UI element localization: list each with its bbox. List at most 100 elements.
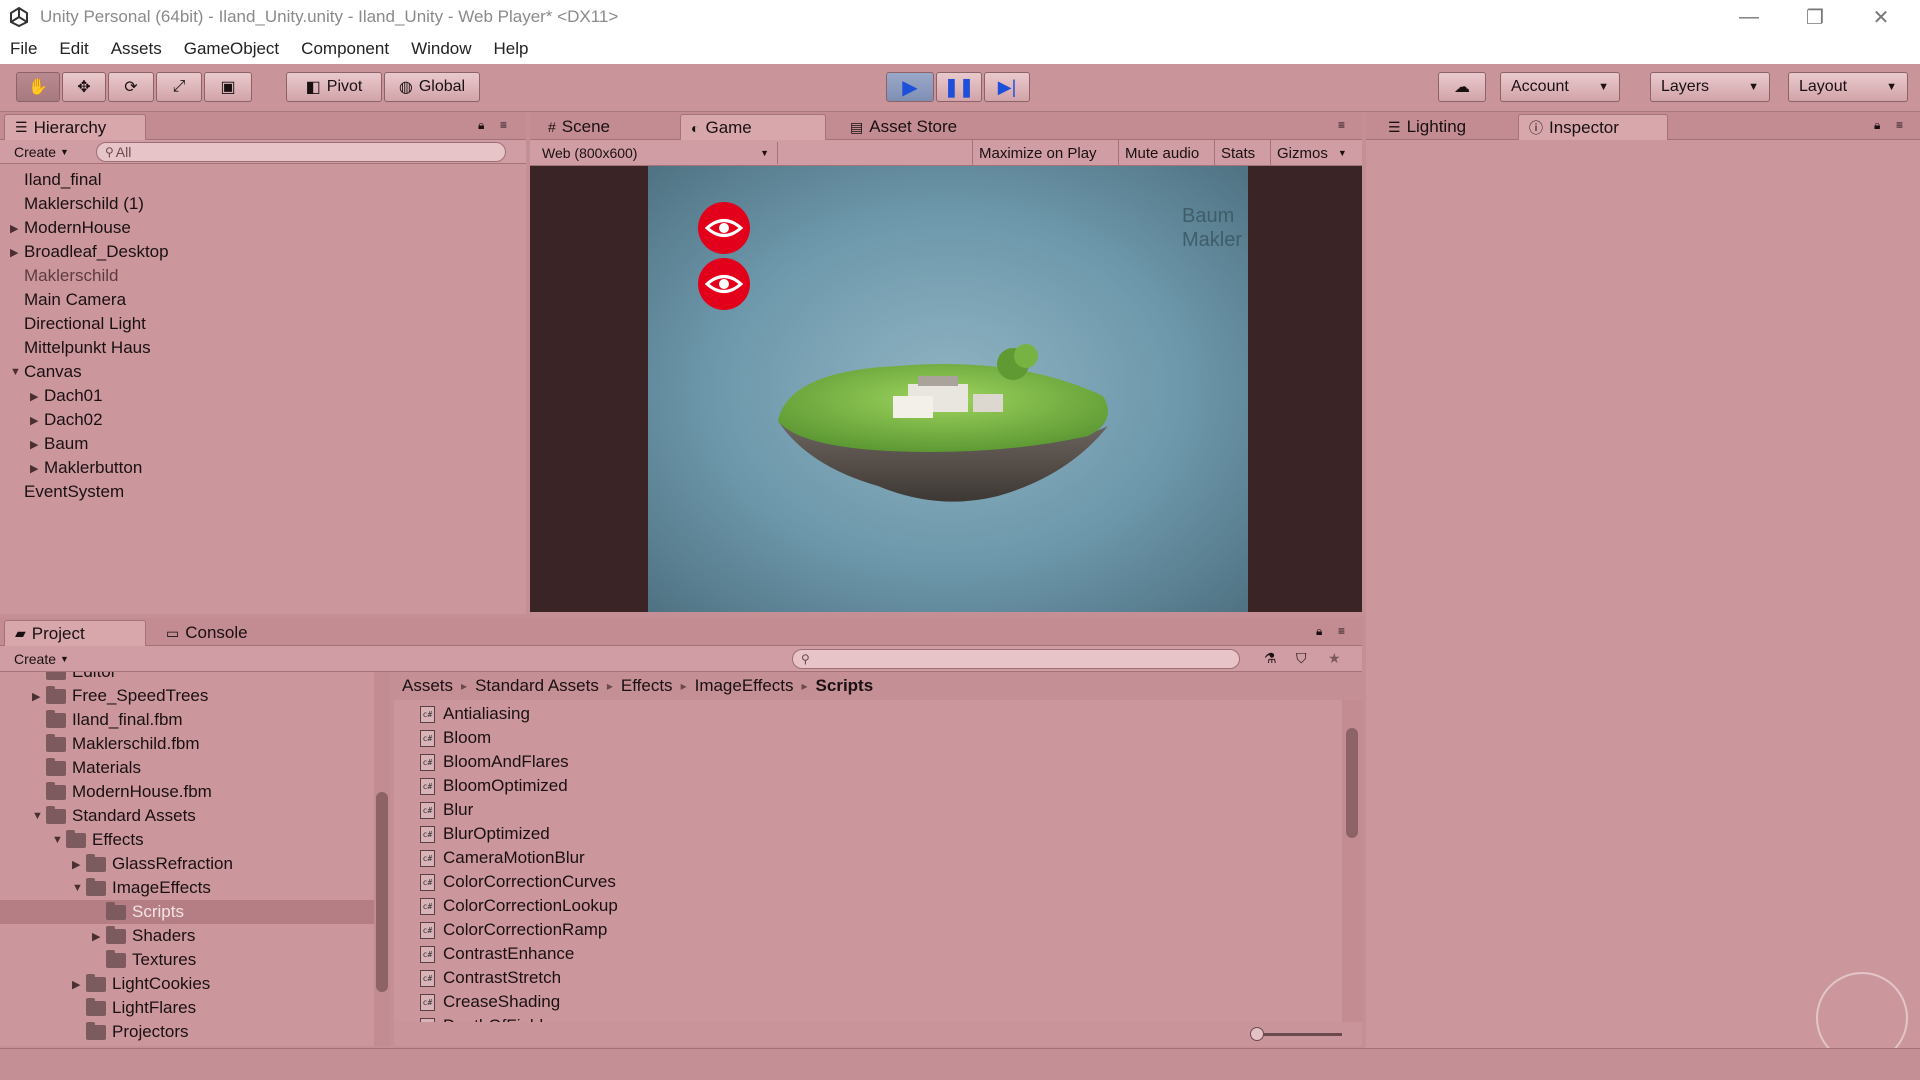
tree-scrollbar[interactable] [374, 672, 390, 1046]
file-item[interactable]: c# ColorCorrectionLookup [420, 894, 618, 918]
file-item[interactable]: c# BloomOptimized [420, 774, 568, 798]
rotate-tool-button[interactable]: ⟳ [108, 72, 154, 102]
account-dropdown[interactable]: Account ▼ [1500, 72, 1620, 102]
menu-assets[interactable]: Assets [111, 39, 162, 59]
resolution-dropdown[interactable]: Web (800x600) ▼ [534, 142, 778, 164]
favorite-star-icon[interactable]: ★ [1328, 650, 1341, 667]
icon-size-slider-track[interactable] [1256, 1033, 1342, 1036]
breadcrumb-item[interactable]: Assets [402, 676, 453, 696]
file-item[interactable]: c# Antialiasing [420, 702, 530, 726]
panel-menu-icon[interactable]: ≡ [1338, 118, 1345, 132]
collapsed-arrow-icon[interactable]: ▶ [30, 462, 44, 475]
project-folder-item[interactable]: ▼ Effects [0, 828, 376, 852]
file-item[interactable]: c# CameraMotionBlur [420, 846, 585, 870]
move-tool-button[interactable]: ✥ [62, 72, 106, 102]
project-folder-item[interactable]: ▶ Free_SpeedTrees [0, 684, 376, 708]
file-item[interactable]: c# ContrastStretch [420, 966, 561, 990]
collapsed-arrow-icon[interactable]: ▶ [92, 930, 106, 943]
hierarchy-item[interactable]: ▼ Canvas [10, 360, 82, 384]
expanded-arrow-icon[interactable]: ▼ [32, 810, 46, 822]
breadcrumb-item[interactable]: Scripts [816, 676, 874, 696]
layout-dropdown[interactable]: Layout ▼ [1788, 72, 1908, 102]
hierarchy-item[interactable]: ▶ Dach02 [30, 408, 103, 432]
expanded-arrow-icon[interactable]: ▼ [52, 834, 66, 846]
tab-project[interactable]: ▰ Project [4, 620, 146, 646]
panel-menu-icon[interactable]: ≡ [1338, 624, 1345, 638]
collapsed-arrow-icon[interactable]: ▶ [30, 414, 44, 427]
panel-menu-icon[interactable]: ≡ [1896, 118, 1903, 132]
scale-tool-button[interactable]: ⤢ [156, 72, 202, 102]
file-list-scrollbar[interactable] [1342, 700, 1362, 1022]
tree-scrollbar-thumb[interactable] [376, 792, 388, 992]
collapsed-arrow-icon[interactable]: ▶ [30, 390, 44, 403]
stats-toggle[interactable]: Stats [1214, 140, 1261, 166]
hierarchy-item[interactable]: ▶ Baum [30, 432, 88, 456]
panel-menu-icon[interactable]: ≡ [500, 118, 507, 132]
file-item[interactable]: c# ContrastEnhance [420, 942, 574, 966]
filter-by-label-icon[interactable]: ⛉ [1296, 650, 1307, 667]
file-item[interactable]: c#DepthOfField [420, 1014, 543, 1022]
hierarchy-create-button[interactable]: Create ▼ [6, 141, 77, 163]
tab-console[interactable]: ▭ Console [156, 620, 276, 646]
project-folder-item[interactable]: Textures [0, 948, 376, 972]
minimize-button[interactable]: — [1716, 0, 1782, 34]
cloud-button[interactable]: ☁ [1438, 72, 1486, 102]
project-folder-item[interactable]: Maklerschild.fbm [0, 732, 376, 756]
restore-button[interactable]: ❐ [1782, 0, 1848, 34]
collapsed-arrow-icon[interactable]: ▶ [30, 438, 44, 451]
file-item[interactable]: c# ColorCorrectionCurves [420, 870, 616, 894]
expanded-arrow-icon[interactable]: ▼ [72, 882, 86, 894]
project-search-input[interactable]: ⚲ [792, 649, 1240, 669]
hierarchy-item[interactable]: Maklerschild (1) [10, 192, 144, 216]
tab-scene[interactable]: # Scene [538, 114, 658, 140]
file-item[interactable]: c# Blur [420, 798, 473, 822]
hierarchy-item[interactable]: ▶ Dach01 [30, 384, 103, 408]
tab-hierarchy[interactable]: ☰ Hierarchy [4, 114, 146, 140]
lock-icon[interactable]: 🔒︎ [1874, 118, 1880, 133]
eye-button-1[interactable] [698, 202, 750, 254]
project-folder-item[interactable]: LightFlares [0, 996, 376, 1020]
file-scrollbar-thumb[interactable] [1346, 728, 1358, 838]
hierarchy-item[interactable]: Maklerschild [10, 264, 118, 288]
menu-file[interactable]: File [10, 39, 37, 59]
pivot-button[interactable]: ◧ Pivot [286, 72, 382, 102]
maximize-on-play-toggle[interactable]: Maximize on Play [972, 140, 1103, 166]
hierarchy-item[interactable]: ▶ ModernHouse [10, 216, 131, 240]
gizmos-dropdown[interactable]: Gizmos ▼ [1270, 140, 1353, 166]
hierarchy-item[interactable]: Iland_final [10, 168, 102, 192]
project-folder-item[interactable]: ▼ ImageEffects [0, 876, 376, 900]
game-view[interactable]: Baum Makler [530, 166, 1362, 612]
global-button[interactable]: ◍ Global [384, 72, 480, 102]
tab-inspector[interactable]: ⓘ Inspector [1518, 114, 1668, 140]
collapsed-arrow-icon[interactable]: ▶ [10, 222, 24, 235]
project-folder-item[interactable]: Iland_final.fbm [0, 708, 376, 732]
hierarchy-item[interactable]: Main Camera [10, 288, 126, 312]
rect-tool-button[interactable]: ▣ [204, 72, 252, 102]
collapsed-arrow-icon[interactable]: ▶ [72, 858, 86, 871]
file-item[interactable]: c# BloomAndFlares [420, 750, 569, 774]
layers-dropdown[interactable]: Layers ▼ [1650, 72, 1770, 102]
hierarchy-search-input[interactable]: ⚲ All [96, 142, 506, 162]
project-folder-item[interactable]: ▼ Standard Assets [0, 804, 376, 828]
collapsed-arrow-icon[interactable]: ▶ [32, 690, 46, 703]
collapsed-arrow-icon[interactable]: ▶ [10, 246, 24, 259]
project-folder-item[interactable]: ▶ GlassRefraction [0, 852, 376, 876]
mute-audio-toggle[interactable]: Mute audio [1118, 140, 1205, 166]
expanded-arrow-icon[interactable]: ▼ [10, 366, 24, 378]
hierarchy-item[interactable]: ▶ Maklerbutton [30, 456, 142, 480]
file-item[interactable]: c# Bloom [420, 726, 491, 750]
hierarchy-item[interactable]: Directional Light [10, 312, 146, 336]
collapsed-arrow-icon[interactable]: ▶ [72, 978, 86, 991]
project-folder-item[interactable]: Materials [0, 756, 376, 780]
project-folder-item[interactable]: Editor [0, 672, 376, 684]
breadcrumb-item[interactable]: ImageEffects [695, 676, 794, 696]
lock-icon[interactable]: 🔒︎ [1316, 624, 1322, 639]
menu-gameobject[interactable]: GameObject [184, 39, 279, 59]
close-button[interactable]: ✕ [1848, 0, 1914, 34]
hierarchy-item[interactable]: Mittelpunkt Haus [10, 336, 151, 360]
project-folder-item[interactable]: ▶ Shaders [0, 924, 376, 948]
play-button[interactable]: ▶ [886, 72, 934, 102]
breadcrumb-item[interactable]: Standard Assets [475, 676, 599, 696]
hierarchy-item[interactable]: EventSystem [10, 480, 124, 504]
lock-icon[interactable]: 🔒︎ [478, 118, 484, 133]
